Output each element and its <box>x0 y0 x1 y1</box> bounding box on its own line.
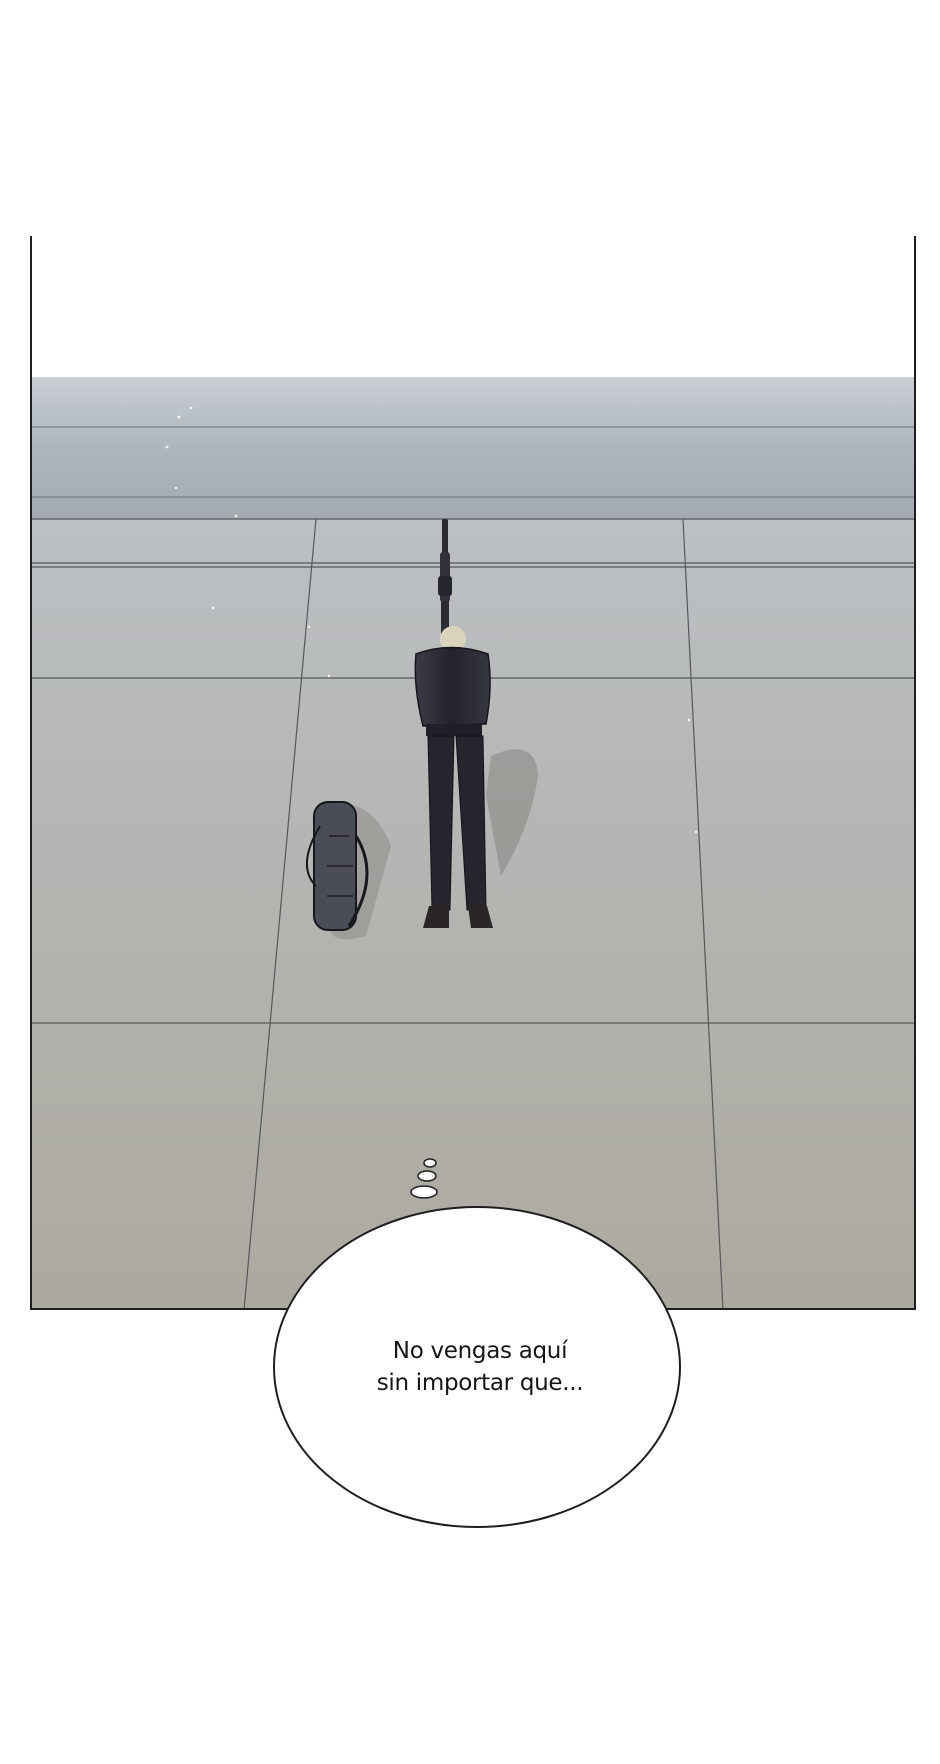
figure-torso <box>414 646 491 727</box>
rooftop-scene <box>31 236 915 1310</box>
roof-ledge <box>31 377 915 519</box>
figure-left-leg <box>427 735 455 911</box>
comic-panel <box>31 236 915 1310</box>
sky-area <box>31 236 915 378</box>
thought-bubble-text: No vengas aquí sin importar que... <box>376 1338 584 1396</box>
figure-belt <box>426 724 482 736</box>
